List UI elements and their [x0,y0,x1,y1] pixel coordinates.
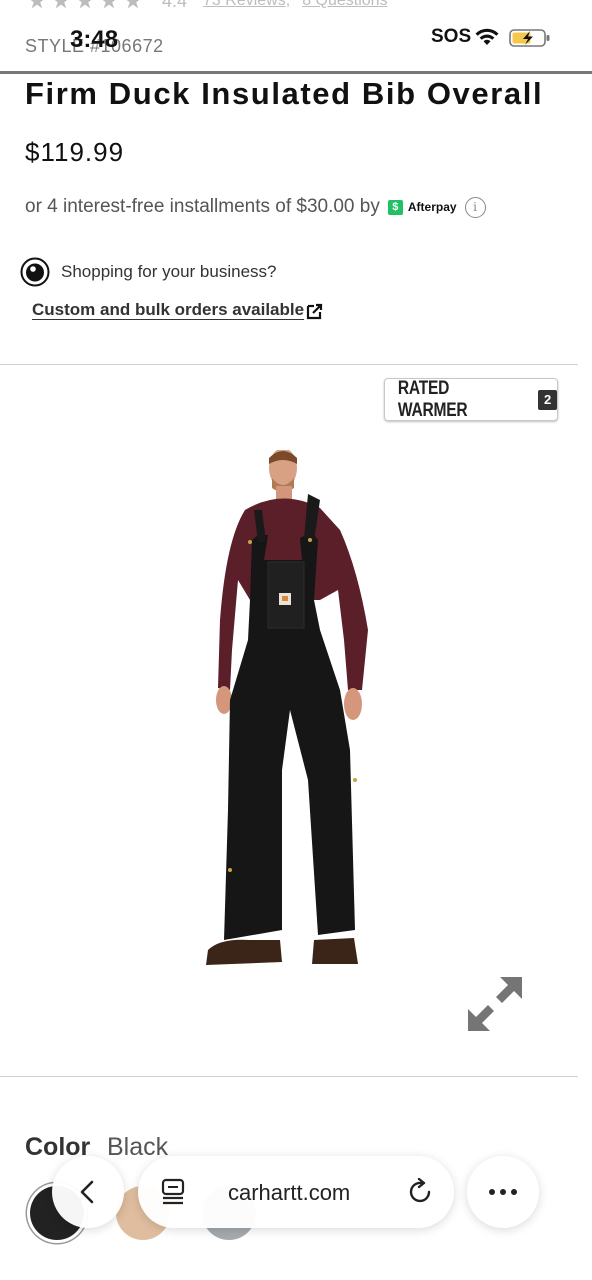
installments-text: or 4 interest-free installments of $30.0… [25,196,380,217]
star-icon [124,0,142,9]
business-prompt: Shopping for your business? [61,262,277,281]
questions-link[interactable]: 8 Questions [302,0,387,10]
reload-icon[interactable] [407,1178,435,1206]
rating-row: 4.4 73 Reviews, 8 Questions [28,0,388,12]
wifi-icon [475,28,499,45]
section-divider [0,364,578,365]
rated-warmer-badge: RATED WARMER 2 [384,378,558,421]
star-icon [76,0,94,9]
back-icon [80,1180,94,1204]
reader-icon[interactable] [160,1178,186,1206]
bulk-orders-link[interactable]: Custom and bulk orders available [32,300,304,320]
expand-icon[interactable] [466,975,524,1033]
status-time: 3:48 [70,26,119,53]
more-button[interactable] [467,1156,539,1228]
url-text[interactable]: carhartt.com [228,1180,350,1206]
rating-value: 4.4 [162,0,188,11]
afterpay-logo-icon: $ [387,199,403,215]
section-divider-2 [0,1076,578,1077]
header-divider [0,71,592,74]
back-button[interactable] [52,1156,124,1228]
battery-icon [509,29,550,47]
color-value: Black [107,1133,169,1161]
more-icon [489,1189,517,1195]
star-icon [52,0,70,9]
product-image[interactable] [190,450,390,1000]
product-price: $119.99 [25,137,125,167]
product-title: Firm Duck Insulated Bib Overall [25,76,544,111]
star-icon [28,0,46,9]
star-icon [100,0,118,9]
afterpay-label: Afterpay [407,200,457,214]
business-icon [20,257,50,287]
reviews-link[interactable]: 73 Reviews, [203,0,290,10]
info-icon[interactable]: i [464,196,486,218]
external-link-icon[interactable] [306,303,323,320]
installments-row: or 4 interest-free installments of $30.0… [25,196,486,218]
rated-badge-text: RATED WARMER [397,377,468,421]
status-sos: SOS [431,26,472,47]
rated-badge-level: 2 [538,389,557,410]
